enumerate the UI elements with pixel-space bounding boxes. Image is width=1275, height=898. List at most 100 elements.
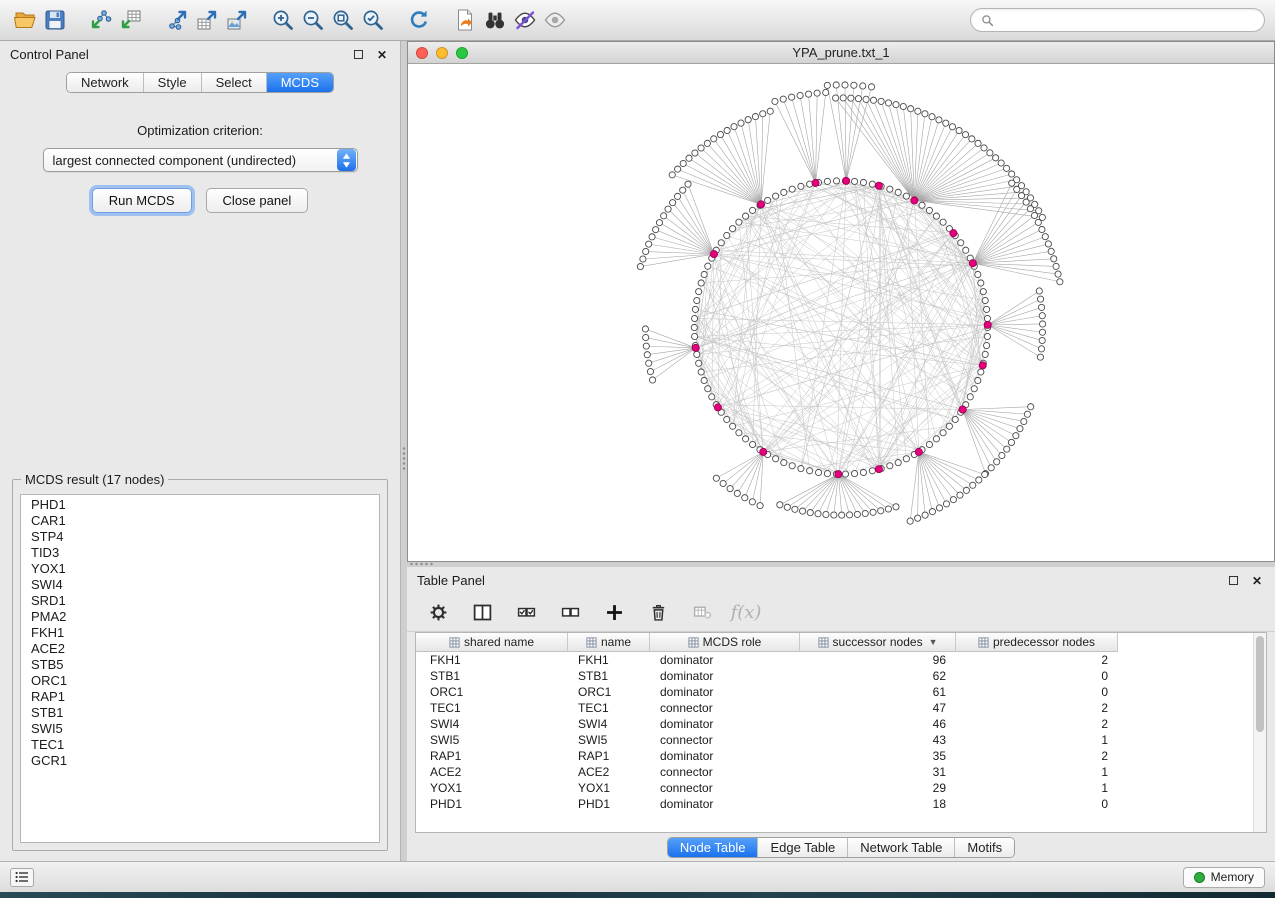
cell-predecessor-nodes: 2 [956,701,1118,715]
open-session-button[interactable] [10,5,40,35]
right-area: YPA_prune.txt_1 Table Panel ✕ [407,41,1275,861]
horizontal-splitter[interactable] [407,562,1275,567]
delete-table-button[interactable] [687,598,717,628]
control-panel-header: Control Panel ✕ [0,41,400,68]
column-label: shared name [464,635,534,649]
result-node[interactable]: PHD1 [21,497,379,513]
search-field[interactable] [970,8,1265,32]
network-graph[interactable] [408,64,1274,561]
result-node[interactable]: TID3 [21,545,379,561]
scrollbar-thumb[interactable] [1256,636,1264,732]
eye-preview-button[interactable] [540,5,570,35]
tab-node-table[interactable]: Node Table [668,838,759,857]
cell-mcds-role: connector [650,733,800,747]
close-window-button[interactable] [416,47,428,59]
run-mcds-button[interactable]: Run MCDS [92,188,192,213]
tab-edge-table[interactable]: Edge Table [758,838,848,857]
result-node[interactable]: PMA2 [21,609,379,625]
table-row[interactable]: SWI5 SWI5 connector 43 1 [416,732,1253,748]
result-node[interactable]: ACE2 [21,641,379,657]
column-header-shared-name[interactable]: shared name [416,633,568,652]
share-document-button[interactable] [450,5,480,35]
column-header-predecessor-nodes[interactable]: predecessor nodes [956,633,1118,652]
cell-predecessor-nodes: 0 [956,685,1118,699]
table-toolbar: f(x) [407,594,1275,632]
result-node[interactable]: SWI5 [21,721,379,737]
export-table-button[interactable] [192,5,222,35]
zoom-fit-button[interactable] [328,5,358,35]
function-builder-button[interactable]: f(x) [731,598,761,628]
result-node[interactable]: CAR1 [21,513,379,529]
search-input[interactable] [1000,13,1254,28]
cell-name: PHD1 [568,797,650,811]
minimize-window-button[interactable] [436,47,448,59]
cell-name: SWI4 [568,717,650,731]
table-settings-button[interactable] [423,598,453,628]
save-session-button[interactable] [40,5,70,35]
delete-column-button[interactable] [643,598,673,628]
import-table-button[interactable] [116,5,146,35]
result-node[interactable]: STB5 [21,657,379,673]
column-header-mcds-role[interactable]: MCDS role [650,633,800,652]
table-row[interactable]: ORC1 ORC1 dominator 61 0 [416,684,1253,700]
tab-network[interactable]: Network [67,73,144,92]
tab-mcds[interactable]: MCDS [267,73,333,92]
apply-layout-button[interactable] [404,5,434,35]
tab-network-table[interactable]: Network Table [848,838,955,857]
table-row[interactable]: PHD1 PHD1 dominator 18 0 [416,796,1253,812]
close-panel-button[interactable]: ✕ [374,47,390,63]
result-node[interactable]: STB1 [21,705,379,721]
tab-style[interactable]: Style [144,73,202,92]
table-row[interactable]: ACE2 ACE2 connector 31 1 [416,764,1253,780]
select-all-rows-button[interactable] [511,598,541,628]
vertical-splitter[interactable] [401,41,407,861]
find-binoculars-button[interactable] [480,5,510,35]
optimization-criterion-select[interactable]: largest connected component (undirected) [43,148,358,172]
mcds-result-list[interactable]: PHD1 CAR1 STP4 TID3 YOX1 SWI4 SRD1 [20,494,380,843]
network-canvas[interactable] [408,64,1274,561]
add-column-button[interactable] [599,598,629,628]
float-table-panel-button[interactable] [1225,573,1241,589]
zoom-in-button[interactable] [268,5,298,35]
column-header-name[interactable]: name [568,633,650,652]
memory-status-icon [1194,872,1205,883]
result-node[interactable]: RAP1 [21,689,379,705]
table-row[interactable]: RAP1 RAP1 dominator 35 2 [416,748,1253,764]
result-node[interactable]: ORC1 [21,673,379,689]
export-image-button[interactable] [222,5,252,35]
close-table-panel-button[interactable]: ✕ [1249,573,1265,589]
table-scrollbar[interactable] [1253,633,1266,832]
show-panels-button[interactable] [10,868,34,887]
memory-button[interactable]: Memory [1183,867,1265,888]
show-columns-button[interactable] [467,598,497,628]
import-network-button[interactable] [86,5,116,35]
float-panel-button[interactable] [350,47,366,63]
table-row[interactable]: YOX1 YOX1 connector 29 1 [416,780,1253,796]
column-header-successor-nodes[interactable]: successor nodes ▼ [800,633,956,652]
result-node[interactable]: FKH1 [21,625,379,641]
zoom-selected-button[interactable] [358,5,388,35]
toggle-graphics-details-button[interactable] [510,5,540,35]
export-network-button[interactable] [162,5,192,35]
deselect-all-rows-button[interactable] [555,598,585,628]
table-row[interactable]: SWI4 SWI4 dominator 46 2 [416,716,1253,732]
cell-name: STB1 [568,669,650,683]
tab-select[interactable]: Select [202,73,267,92]
zoom-out-button[interactable] [298,5,328,35]
result-node[interactable]: TEC1 [21,737,379,753]
status-bar: Memory [0,861,1275,892]
cell-name: YOX1 [568,781,650,795]
result-node[interactable]: SWI4 [21,577,379,593]
result-node[interactable]: YOX1 [21,561,379,577]
table-row[interactable]: TEC1 TEC1 connector 47 2 [416,700,1253,716]
result-node[interactable]: STP4 [21,529,379,545]
result-node[interactable]: GCR1 [21,753,379,769]
result-node[interactable]: SRD1 [21,593,379,609]
tab-motifs[interactable]: Motifs [955,838,1014,857]
table-row[interactable]: STB1 STB1 dominator 62 0 [416,668,1253,684]
cell-successor-nodes: 35 [800,749,956,763]
maximize-window-button[interactable] [456,47,468,59]
table-row[interactable]: FKH1 FKH1 dominator 96 2 [416,652,1253,668]
table-tabs: Node Table Edge Table Network Table Moti… [407,833,1275,861]
close-mcds-panel-button[interactable]: Close panel [206,188,309,213]
